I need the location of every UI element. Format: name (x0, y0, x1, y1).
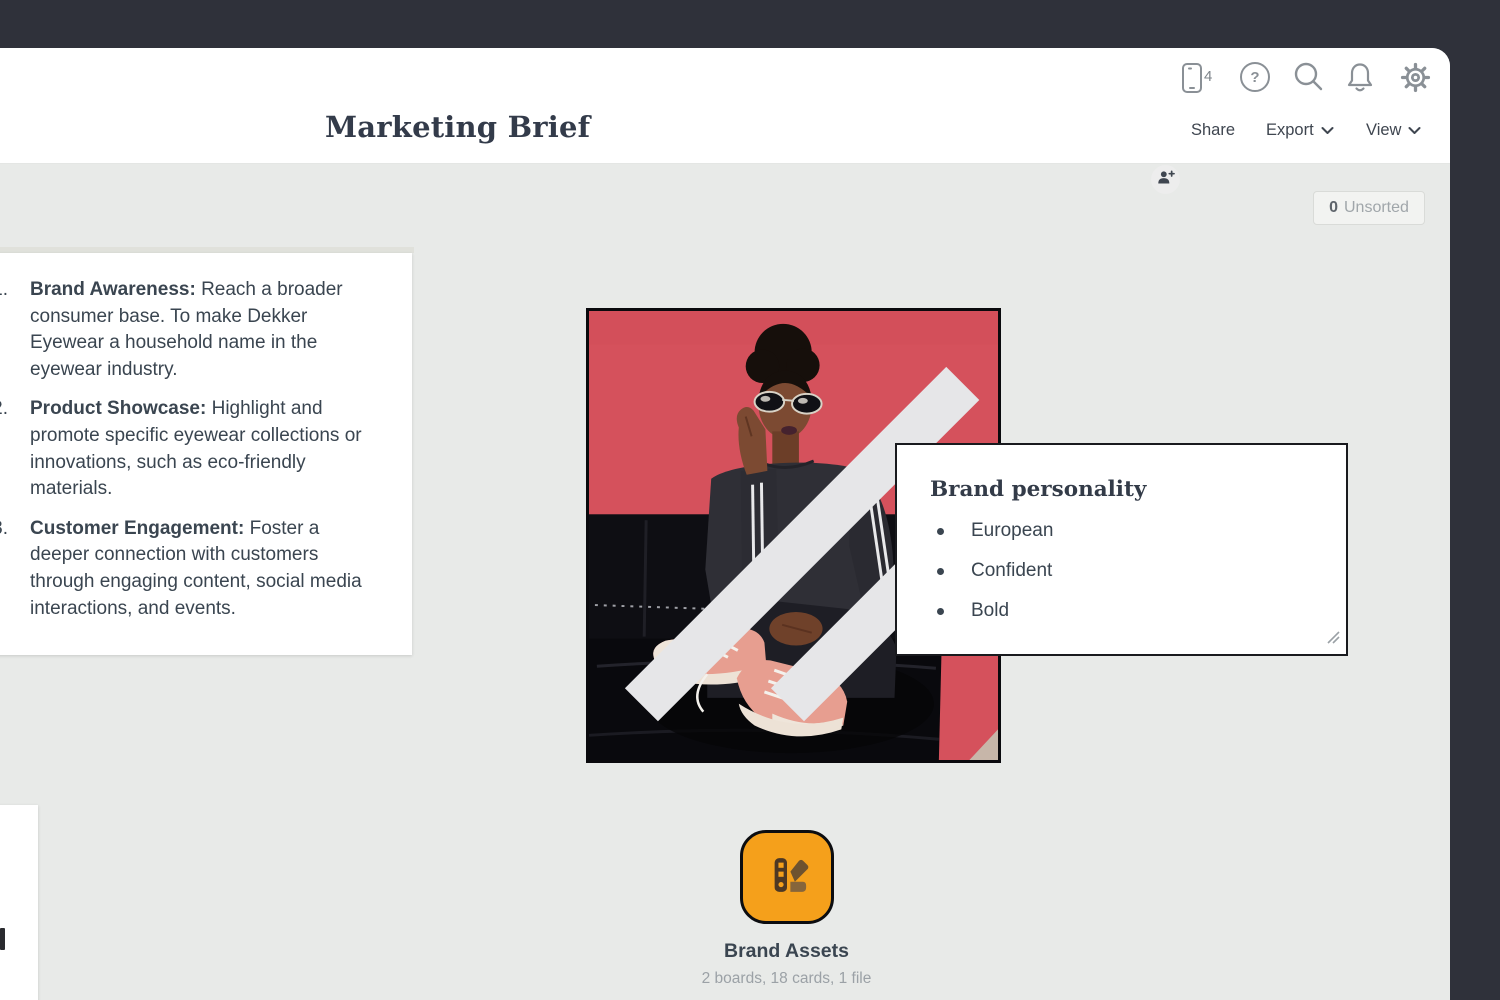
list-item-text: Brand Awareness: Reach a broader consume… (30, 277, 375, 383)
bullet-text: Bold (971, 600, 1009, 622)
list-item-bold: Product Showcase: (30, 398, 206, 419)
list-item-bold: Brand Awareness: (30, 279, 196, 300)
share-button[interactable]: Share (1191, 121, 1235, 140)
bell-icon (1344, 61, 1376, 95)
goals-note-card[interactable]: 1. Brand Awareness: Reach a broader cons… (0, 253, 412, 655)
os-top-bar (0, 0, 1500, 48)
view-button[interactable]: View (1366, 121, 1421, 140)
list-item-number: 3. (0, 516, 8, 622)
bullet-text: Confident (971, 560, 1052, 582)
boards-count-button[interactable] (1180, 62, 1204, 94)
bullet-icon (937, 528, 944, 535)
board-icon (740, 830, 834, 924)
list-item-bold: Customer Engagement: (30, 518, 244, 539)
unsorted-badge[interactable]: 0 Unsorted (1313, 191, 1425, 225)
share-label: Share (1191, 121, 1235, 140)
list-item: Confident (930, 551, 1053, 591)
search-button[interactable] (1291, 60, 1325, 94)
export-label: Export (1266, 121, 1314, 140)
list-item: 2. Product Showcase: Highlight and promo… (0, 396, 412, 502)
view-label: View (1366, 121, 1401, 140)
help-button[interactable]: ? (1239, 61, 1271, 93)
list-item: 1. Brand Awareness: Reach a broader cons… (0, 277, 412, 383)
settings-button[interactable] (1399, 61, 1432, 94)
bullet-icon (937, 568, 944, 575)
partial-note-card[interactable] (0, 805, 38, 1000)
resize-handle[interactable] (1326, 630, 1340, 649)
unsorted-count: 0 (1329, 199, 1338, 217)
unsorted-label: Unsorted (1344, 199, 1409, 217)
person-plus-icon (1156, 169, 1175, 191)
board-header: Marketing Brief 4 ? (0, 48, 1450, 164)
board-meta: 2 boards, 18 cards, 1 file (660, 970, 913, 988)
share-avatar-button[interactable] (1151, 165, 1180, 194)
card-title: Brand personality (930, 477, 1146, 502)
app-window: Marketing Brief 4 ? (0, 48, 1450, 1000)
bullet-icon (937, 608, 944, 615)
list-item-number: 1. (0, 277, 8, 383)
search-icon (1291, 60, 1325, 94)
chevron-down-icon (1408, 121, 1421, 140)
page-title[interactable]: Marketing Brief (325, 110, 590, 144)
notifications-button[interactable] (1344, 61, 1376, 95)
bullet-list: European Confident Bold (930, 511, 1053, 631)
help-icon: ? (1239, 61, 1271, 93)
boards-count-icon (1181, 62, 1203, 94)
list-item: Bold (930, 591, 1053, 631)
boards-count-value: 4 (1204, 68, 1212, 85)
list-item-text: Product Showcase: Highlight and promote … (30, 396, 375, 502)
gear-icon (1399, 61, 1432, 94)
export-button[interactable]: Export (1266, 121, 1334, 140)
clipped-text-fragment (0, 928, 5, 950)
bullet-text: European (971, 520, 1053, 542)
list-item-text: Customer Engagement: Foster a deeper con… (30, 516, 375, 622)
chevron-down-icon (1321, 121, 1334, 140)
list-item: 3. Customer Engagement: Foster a deeper … (0, 516, 412, 622)
swatches-icon (760, 848, 814, 907)
list-item: European (930, 511, 1053, 551)
brand-personality-card[interactable]: Brand personality European Confident Bol… (895, 443, 1348, 656)
list-item-number: 2. (0, 396, 8, 502)
board-label: Brand Assets (660, 940, 913, 963)
svg-text:?: ? (1250, 69, 1259, 86)
